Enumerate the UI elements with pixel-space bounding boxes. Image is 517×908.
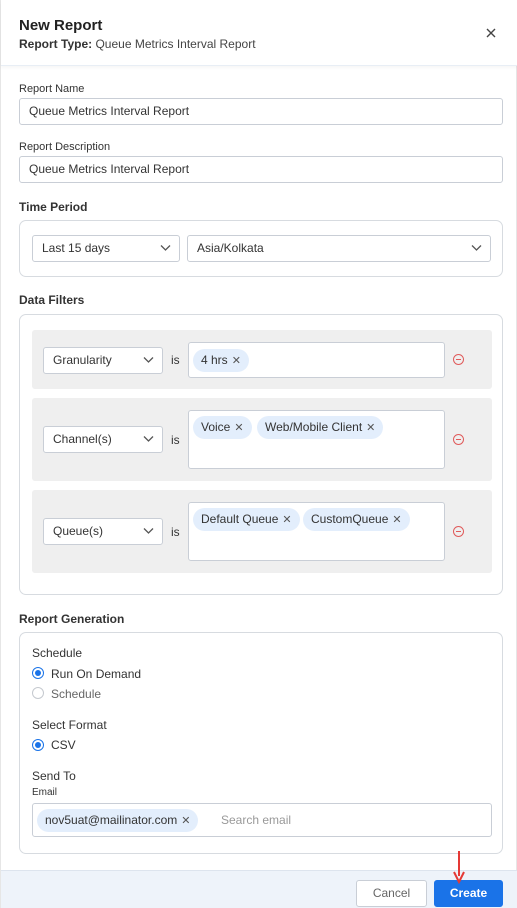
filter-tag: CustomQueue ✕ [303, 508, 410, 531]
filter-tag-label: CustomQueue [311, 512, 389, 526]
filter-tag: Default Queue ✕ [193, 508, 300, 531]
pointer-arrow-icon [453, 851, 465, 884]
remove-filter-icon[interactable] [453, 434, 464, 445]
filter-field-select[interactable]: Channel(s) [43, 426, 163, 453]
email-label: Email [32, 787, 58, 798]
search-email-placeholder[interactable]: Search email [221, 813, 291, 827]
filter-operator: is [171, 525, 180, 539]
report-type-label: Report Type: [19, 37, 93, 51]
schedule-label: Schedule [32, 646, 83, 660]
new-report-panel: New Report Report Type: Queue Metrics In… [0, 0, 517, 908]
create-button[interactable]: Create [434, 880, 503, 907]
data-filters-box: Granularity is 4 hrs ✕ Channel(s) is Voic… [19, 314, 503, 595]
filter-field-select[interactable]: Queue(s) [43, 518, 163, 545]
remove-tag-icon[interactable]: ✕ [392, 509, 401, 532]
filter-values-input[interactable]: Voice ✕ Web/Mobile Client ✕ [188, 410, 445, 469]
filter-field-value: Channel(s) [53, 432, 112, 446]
select-format-label: Select Format [32, 718, 107, 732]
chevron-down-icon [471, 245, 482, 251]
chevron-down-icon [160, 245, 171, 251]
remove-filter-icon[interactable] [453, 354, 464, 365]
panel-body: Report Name Queue Metrics Interval Repor… [1, 66, 517, 870]
filter-values-input[interactable]: 4 hrs ✕ [188, 342, 445, 378]
remove-tag-icon[interactable]: ✕ [232, 350, 241, 373]
filter-values-input[interactable]: Default Queue ✕ CustomQueue ✕ [188, 502, 445, 561]
report-type-value: Queue Metrics Interval Report [95, 37, 256, 51]
data-filters-heading: Data Filters [19, 293, 85, 307]
chevron-down-icon [143, 436, 154, 442]
radio-run-on-demand[interactable] [32, 667, 44, 679]
report-name-label: Report Name [19, 83, 85, 95]
panel-footer: Cancel Create [1, 870, 517, 908]
remove-tag-icon[interactable]: ✕ [181, 810, 190, 833]
time-period-box: Last 15 days Asia/Kolkata [19, 220, 503, 277]
email-tag: nov5uat@mailinator.com ✕ [37, 809, 199, 833]
run-on-demand-label: Run On Demand [51, 667, 142, 681]
remove-filter-icon[interactable] [453, 526, 464, 537]
radio-schedule[interactable] [32, 687, 44, 699]
filter-operator: is [171, 353, 180, 367]
remove-tag-icon[interactable]: ✕ [282, 509, 291, 532]
time-period-heading: Time Period [19, 200, 88, 214]
filter-row-queues: Queue(s) is Default Queue ✕ CustomQueue ✕ [32, 490, 492, 573]
panel-header: New Report Report Type: Queue Metrics In… [1, 0, 517, 66]
report-name-input[interactable]: Queue Metrics Interval Report [19, 98, 503, 125]
report-description-input[interactable]: Queue Metrics Interval Report [19, 156, 503, 183]
cancel-button[interactable]: Cancel [356, 880, 427, 907]
filter-field-value: Granularity [53, 353, 112, 367]
filter-tag: Voice ✕ [193, 416, 252, 439]
filter-tag: 4 hrs ✕ [193, 349, 249, 372]
time-range-select[interactable]: Last 15 days [32, 235, 180, 262]
time-range-value: Last 15 days [42, 241, 111, 255]
email-input[interactable]: nov5uat@mailinator.com ✕ Search email [32, 803, 492, 837]
remove-tag-icon[interactable]: ✕ [366, 417, 375, 440]
chevron-down-icon [143, 528, 154, 534]
radio-csv[interactable] [32, 739, 44, 751]
schedule-option-label: Schedule [51, 687, 102, 701]
report-generation-box: Schedule Run On Demand Schedule Select F… [19, 632, 503, 854]
filter-tag-label: 4 hrs [201, 353, 228, 367]
filter-operator: is [171, 433, 180, 447]
email-tag-label: nov5uat@mailinator.com [45, 813, 178, 827]
panel-title: New Report [19, 17, 103, 34]
remove-tag-icon[interactable]: ✕ [234, 417, 243, 440]
filter-field-value: Queue(s) [53, 524, 104, 538]
timezone-value: Asia/Kolkata [197, 241, 264, 255]
csv-label: CSV [51, 738, 76, 752]
filter-tag: Web/Mobile Client ✕ [257, 416, 384, 440]
filter-tag-label: Voice [201, 420, 231, 434]
filter-row-channels: Channel(s) is Voice ✕ Web/Mobile Client ✕ [32, 398, 492, 481]
report-type: Report Type: Queue Metrics Interval Repo… [19, 37, 500, 52]
filter-tag-label: Default Queue [201, 512, 279, 526]
filter-tag-label: Web/Mobile Client [265, 420, 363, 434]
close-icon[interactable] [484, 26, 498, 40]
filter-row-granularity: Granularity is 4 hrs ✕ [32, 330, 492, 389]
timezone-select[interactable]: Asia/Kolkata [187, 235, 491, 262]
chevron-down-icon [143, 357, 154, 363]
report-description-label: Report Description [19, 141, 111, 153]
filter-field-select[interactable]: Granularity [43, 347, 163, 374]
send-to-label: Send To [32, 769, 76, 783]
report-generation-heading: Report Generation [19, 612, 125, 626]
